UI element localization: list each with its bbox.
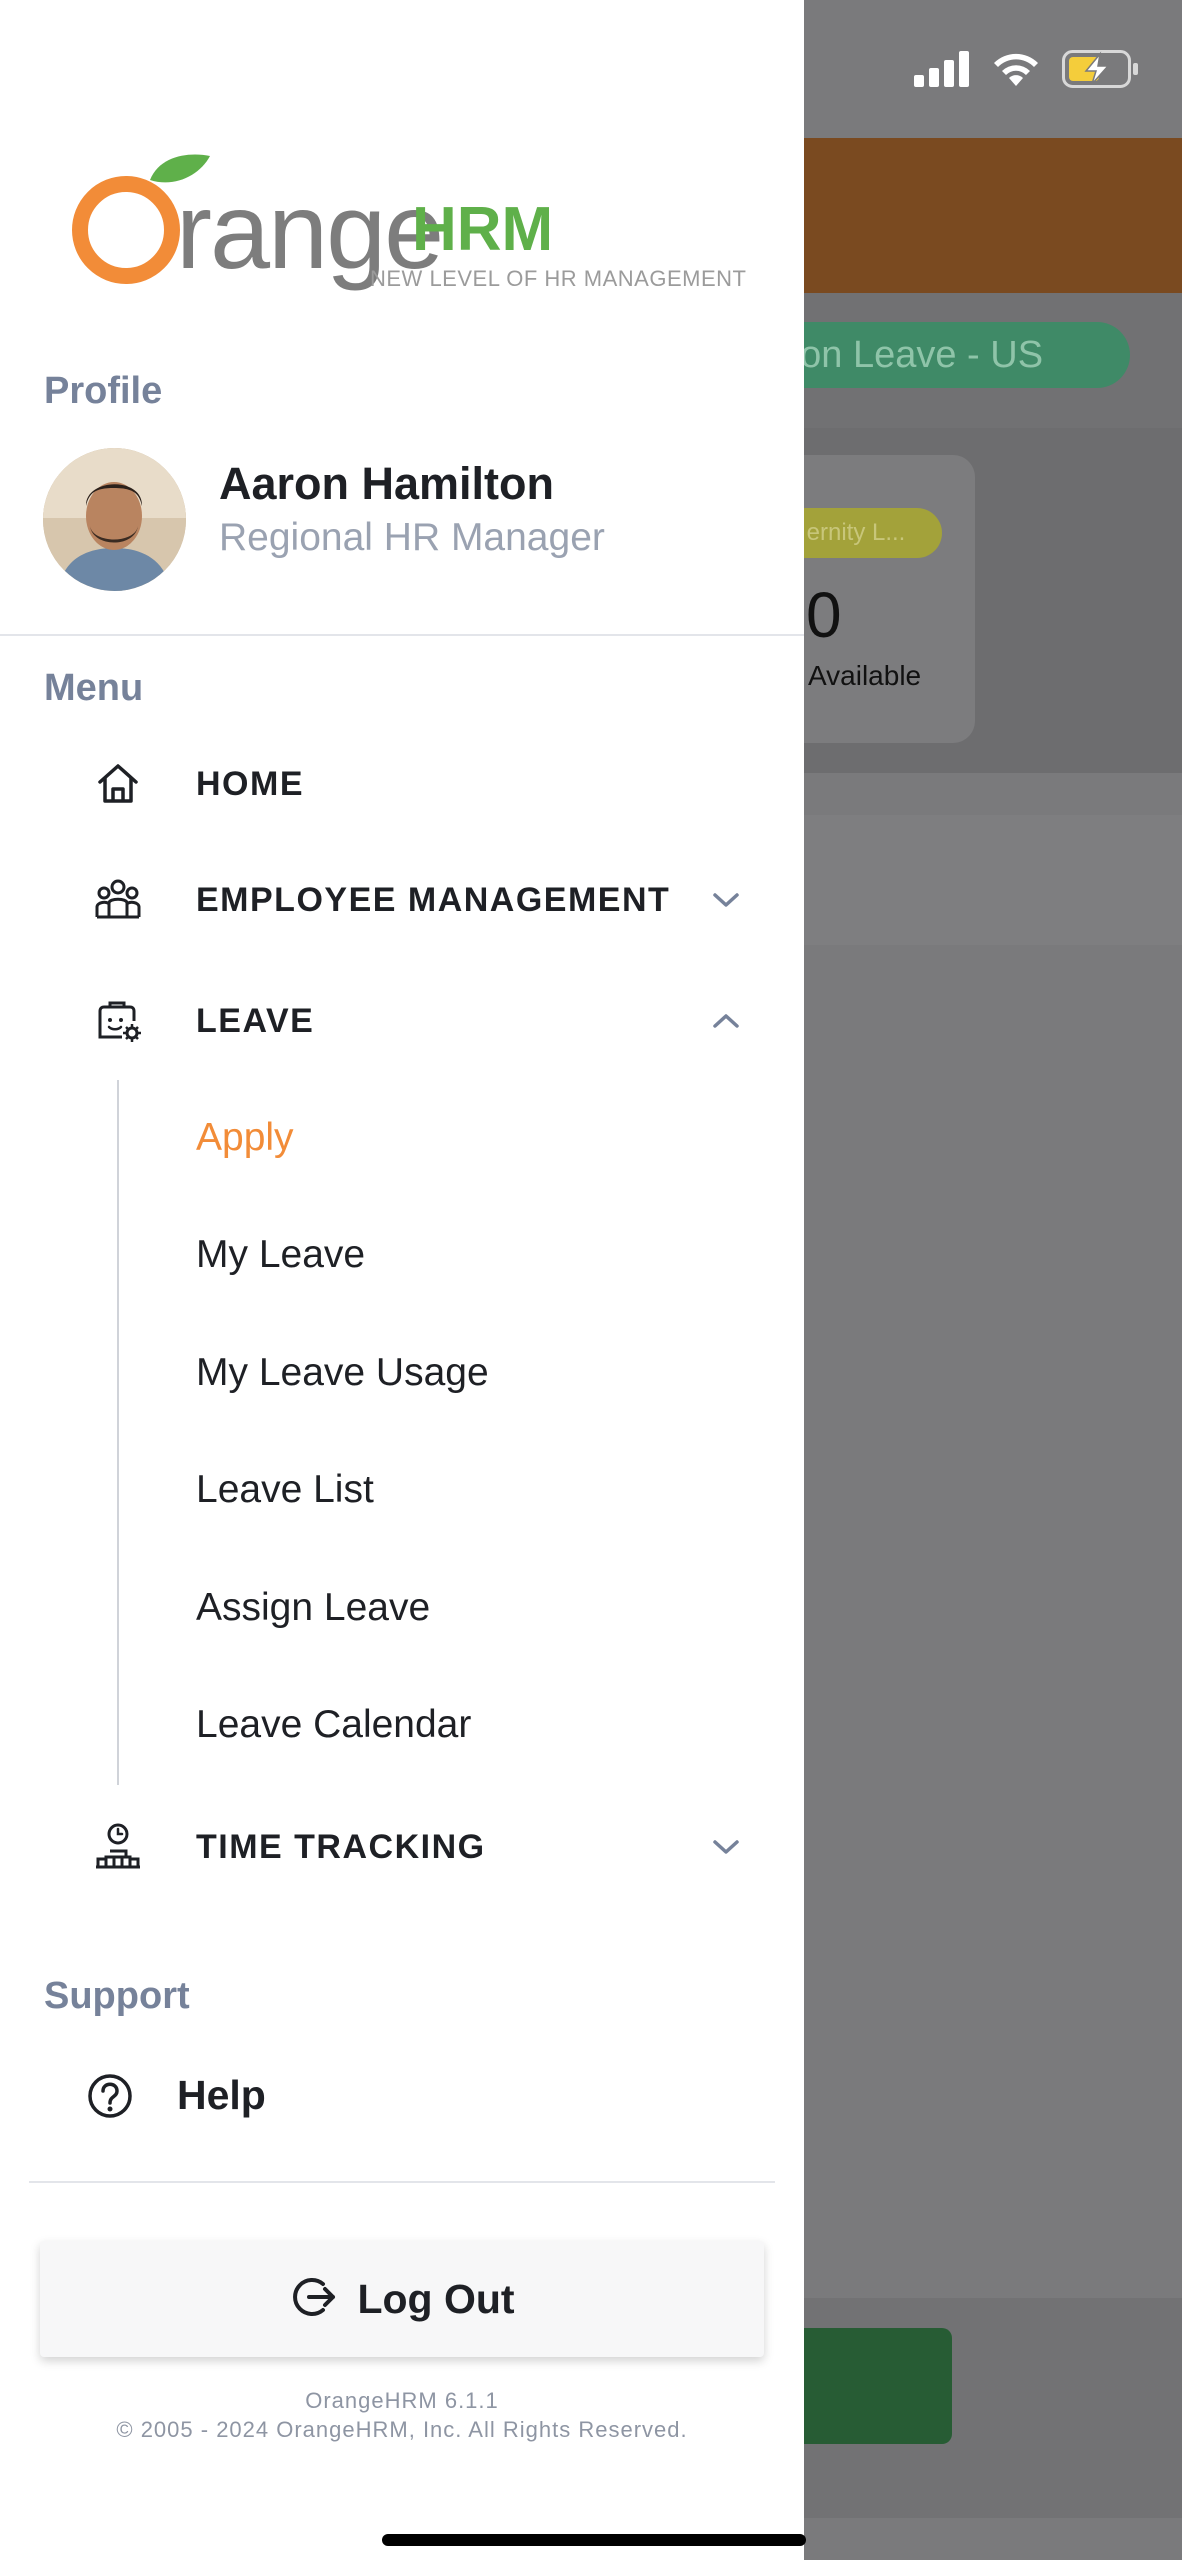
chevron-down-icon[interactable] — [708, 1829, 744, 1865]
profile-section-label: Profile — [44, 370, 163, 412]
profile-divider — [0, 634, 804, 636]
menu-section-label: Menu — [44, 667, 144, 709]
leave-icon — [94, 997, 142, 1045]
avatar[interactable] — [43, 448, 186, 591]
submenu-item-assign-leave[interactable]: Assign Leave — [196, 1586, 430, 1630]
support-section-label: Support — [44, 1975, 190, 2017]
leave-submenu-line — [117, 1080, 119, 1785]
menu-item-leave[interactable]: LEAVE — [0, 976, 804, 1066]
navigation-drawer: range HRM NEW LEVEL OF HR MANAGEMENT Pro… — [0, 0, 804, 2560]
orangehrm-logo: range HRM NEW LEVEL OF HR MANAGEMENT — [50, 150, 760, 300]
people-icon — [94, 876, 142, 924]
copyright-text: © 2005 - 2024 OrangeHRM, Inc. All Rights… — [116, 2417, 688, 2442]
submenu-item-apply[interactable]: Apply — [196, 1116, 294, 1160]
home-indicator — [382, 2534, 806, 2546]
menu-item-home[interactable]: HOME — [0, 739, 804, 829]
chevron-down-icon[interactable] — [708, 882, 744, 918]
cellular-signal-icon — [914, 51, 970, 87]
background-card-caption: Available — [808, 660, 922, 691]
support-divider — [29, 2181, 775, 2183]
home-icon — [94, 760, 142, 808]
background-card-count: 0 — [806, 579, 842, 651]
menu-label-home: HOME — [196, 764, 304, 803]
battery-charging-icon — [1062, 50, 1140, 88]
logout-icon — [289, 2273, 337, 2326]
question-circle-icon — [86, 2072, 134, 2120]
logout-button[interactable]: Log Out — [40, 2241, 764, 2357]
menu-label-time-tracking: TIME TRACKING — [196, 1827, 486, 1866]
logout-label: Log Out — [357, 2275, 515, 2322]
menu-item-employee-management[interactable]: EMPLOYEE MANAGEMENT — [0, 855, 804, 945]
menu-item-help[interactable]: Help — [0, 2050, 804, 2140]
submenu-item-my-leave[interactable]: My Leave — [196, 1233, 365, 1277]
wifi-icon — [992, 50, 1040, 88]
profile-role: Regional HR Manager — [219, 516, 605, 559]
chevron-up-icon[interactable] — [708, 1003, 744, 1039]
menu-label-leave: LEAVE — [196, 1001, 315, 1040]
submenu-item-my-leave-usage[interactable]: My Leave Usage — [196, 1351, 489, 1395]
menu-item-time-tracking[interactable]: TIME TRACKING — [0, 1802, 804, 1892]
time-tracking-icon — [94, 1823, 142, 1871]
menu-label-employee-management: EMPLOYEE MANAGEMENT — [196, 880, 671, 919]
help-label: Help — [177, 2072, 266, 2118]
app-version: OrangeHRM 6.1.1 — [305, 2388, 499, 2413]
submenu-item-leave-calendar[interactable]: Leave Calendar — [196, 1703, 471, 1747]
profile-name: Aaron Hamilton — [219, 458, 555, 509]
status-bar — [914, 50, 1140, 88]
svg-text:HRM: HRM — [412, 195, 553, 264]
submenu-item-leave-list[interactable]: Leave List — [196, 1468, 374, 1512]
svg-text:NEW LEVEL OF HR MANAGEMENT: NEW LEVEL OF HR MANAGEMENT — [370, 266, 746, 291]
